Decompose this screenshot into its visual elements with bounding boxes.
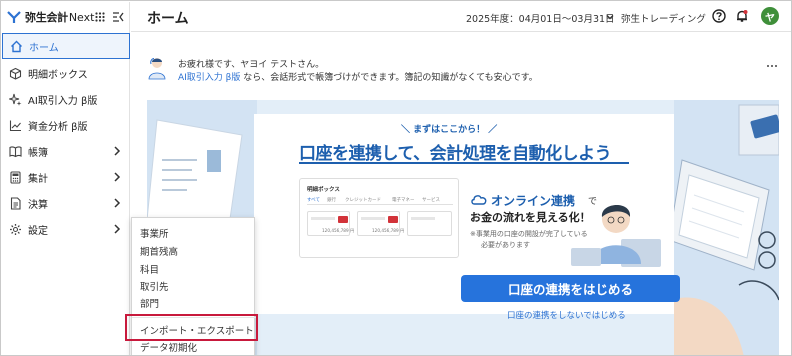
banner-note-2: 必要があります (481, 241, 530, 249)
app-grid-icon[interactable] (95, 12, 105, 22)
meisai-box-preview: 明細ボックス すべて 銀行 クレジットカード 電子マネー サービス 120,45… (299, 178, 459, 258)
banner-card: ＼ まずはここから！ ／ 口座を連携して、会計処理を自動化しよう 明細ボックス … (254, 114, 680, 321)
preview-bar (361, 217, 385, 220)
menu-item-data-reset[interactable]: データ初期化 (140, 340, 197, 354)
preview-tab: サービス (422, 198, 440, 203)
preview-tab: クレジットカード (345, 198, 381, 203)
preview-tab: 銀行 (327, 198, 336, 203)
preview-account-card: 120,456,789 円 (307, 211, 354, 236)
company-name[interactable]: 弥生トレーディング (621, 11, 706, 25)
sidebar-item-closing[interactable]: 決算 (2, 190, 130, 216)
greeting-line: お疲れ様です、ヤヨイ テストさん。 (178, 60, 325, 70)
sidebar-item-settings[interactable]: 設定 (2, 216, 130, 242)
sidebar-item-label: 帳簿 (28, 147, 48, 159)
preview-bar (411, 217, 435, 220)
menu-item-office[interactable]: 事業所 (140, 226, 169, 240)
sidebar-item-label: 集計 (28, 173, 48, 185)
chevron-right-icon (114, 224, 121, 234)
top-header: ホーム 2025年度：04月01日～03月31日 弥生トレーディング ヤ (131, 2, 791, 32)
cloud-icon (471, 195, 487, 205)
person-with-laptop-illustration (571, 204, 661, 267)
preview-title: 明細ボックス (307, 187, 340, 193)
support-person-icon (148, 58, 166, 80)
sidebar-item-meisai-box[interactable]: 明細ボックス (2, 60, 130, 86)
more-options-icon[interactable] (765, 61, 779, 71)
laptop-illustration-right (674, 100, 779, 355)
sparkle-icon (8, 92, 22, 106)
home-icon (9, 39, 23, 53)
sidebar-item-books[interactable]: 帳簿 (2, 138, 130, 164)
brand-name-sub: Next (68, 10, 95, 24)
sidebar-item-cash-analysis[interactable]: 資金分析 β版 (2, 112, 130, 138)
menu-item-accounts[interactable]: 科目 (140, 262, 159, 276)
sidebar-item-label: 資金分析 β版 (28, 121, 88, 133)
gear-icon (8, 222, 22, 236)
app-window: 弥生会計 Next ホーム 明細ボックス AI取引入力 β版 資金分析 β版 帳… (0, 0, 792, 356)
brand-name: 弥生会計 (25, 11, 68, 24)
sidebar-item-label: 設定 (28, 225, 48, 237)
brand[interactable]: 弥生会計 Next (2, 2, 129, 32)
preview-amount: 120,456,789 円 (322, 228, 355, 233)
headline-underline (299, 162, 629, 164)
sidebar-item-label: AI取引入力 β版 (28, 95, 98, 107)
preview-badge (338, 216, 348, 223)
chevron-right-icon (114, 198, 121, 208)
sidebar: 弥生会計 Next ホーム 明細ボックス AI取引入力 β版 資金分析 β版 帳… (2, 2, 130, 355)
ai-input-link[interactable]: AI取引入力 β版 (178, 73, 240, 83)
menu-item-clients[interactable]: 取引先 (140, 279, 169, 293)
chevron-right-icon (114, 172, 121, 182)
calculator-icon (8, 170, 22, 184)
preview-amount: 120,456,789 円 (372, 228, 405, 233)
start-without-link[interactable]: 口座の連携をしないではじめる (507, 309, 626, 321)
chart-icon (8, 118, 22, 132)
document-icon (8, 196, 22, 210)
banner-tagline: ＼ まずはここから！ ／ (401, 125, 498, 135)
fiscal-year-selector[interactable]: 2025年度：04月01日～03月31日 (466, 11, 615, 25)
preview-tabs: すべて 銀行 クレジットカード 電子マネー サービス (307, 197, 453, 205)
sidebar-item-home[interactable]: ホーム (2, 33, 130, 59)
preview-account-card: 120,456,789 円 (357, 211, 404, 236)
menu-item-departments[interactable]: 部門 (140, 296, 159, 310)
banner-headline: 口座を連携して、会計処理を自動化しよう (299, 144, 612, 164)
greeting-ai-text: なら、会話形式で帳簿づけができます。簿記の知識がなくても安心です。 (243, 73, 538, 83)
greeting-ai-line: AI取引入力 β版 なら、会話形式で帳簿づけができます。簿記の知識がなくても安心… (178, 70, 538, 83)
start-account-link-button[interactable]: 口座の連携をはじめる (461, 275, 680, 302)
chevron-right-icon (114, 146, 121, 156)
preview-bar (311, 217, 335, 220)
page-title: ホーム (147, 11, 189, 27)
sidebar-collapse-icon[interactable] (112, 11, 124, 23)
sidebar-item-aggregate[interactable]: 集計 (2, 164, 130, 190)
bell-icon[interactable] (735, 9, 749, 23)
preview-tab: すべて (307, 198, 321, 203)
help-icon[interactable] (712, 9, 726, 23)
sidebar-item-label: ホーム (29, 42, 59, 54)
chevron-down-icon[interactable] (605, 12, 615, 22)
book-icon (8, 144, 22, 158)
preview-tab: 電子マネー (392, 198, 415, 203)
sidebar-item-label: 決算 (28, 199, 48, 211)
box-icon (8, 66, 22, 80)
sidebar-item-ai-input[interactable]: AI取引入力 β版 (2, 86, 130, 112)
preview-account-card (407, 211, 452, 236)
preview-badge (388, 216, 398, 223)
avatar[interactable]: ヤ (761, 7, 779, 25)
import-export-highlight-box (125, 314, 258, 341)
online-link-label: オンライン連携 (491, 194, 576, 208)
yayoi-logo-icon (7, 11, 21, 23)
menu-item-opening-balance[interactable]: 期首残高 (140, 244, 178, 258)
sidebar-item-label: 明細ボックス (28, 69, 88, 81)
